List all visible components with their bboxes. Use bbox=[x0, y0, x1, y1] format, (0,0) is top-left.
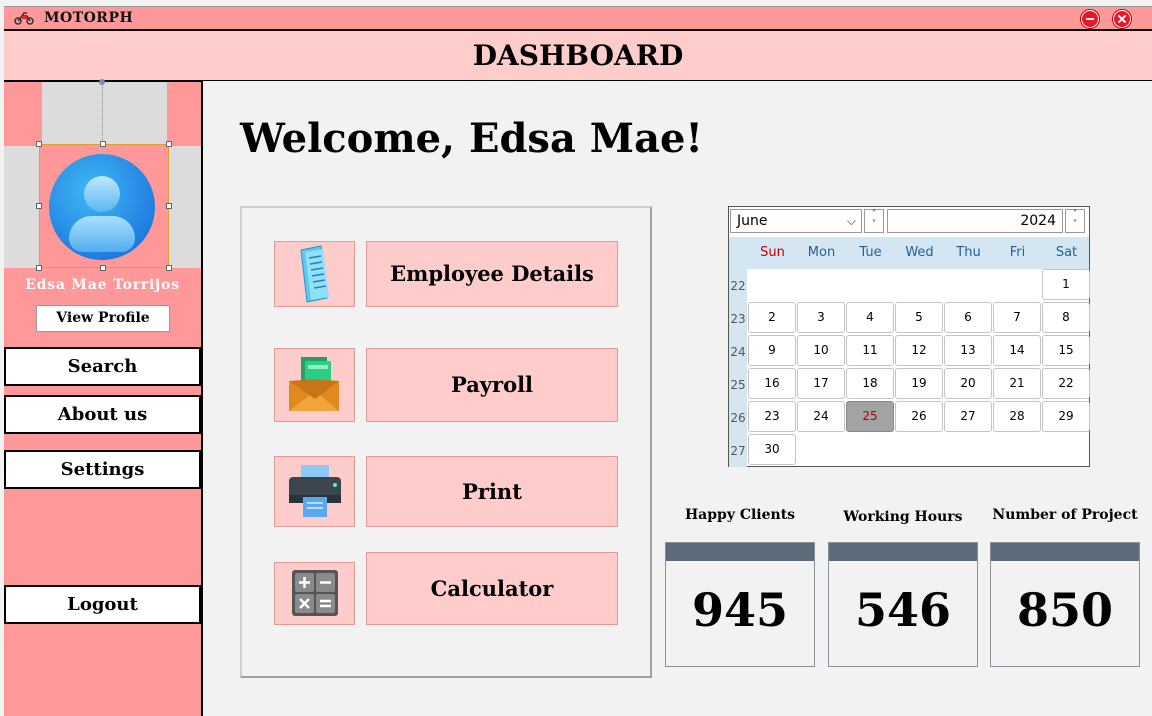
calendar-day[interactable]: 11 bbox=[846, 335, 894, 366]
calendar-day[interactable]: 13 bbox=[944, 335, 992, 366]
year-spinner[interactable]: ˄ ˅ bbox=[1065, 209, 1085, 233]
title-bar: MOTORPH bbox=[4, 6, 1152, 29]
number-of-project-card: 850 bbox=[990, 542, 1140, 667]
month-spinner[interactable]: ˄ ˅ bbox=[864, 209, 884, 233]
calculator-icon-button[interactable] bbox=[274, 562, 355, 625]
motorcycle-icon bbox=[14, 12, 34, 25]
working-hours-card: 546 bbox=[828, 542, 978, 667]
calendar-day[interactable]: 27 bbox=[944, 401, 992, 432]
month-value: June bbox=[737, 213, 768, 229]
weekday-thu: Thu bbox=[956, 245, 981, 260]
calendar-day[interactable]: 23 bbox=[748, 401, 796, 432]
calendar-day[interactable]: 14 bbox=[993, 335, 1041, 366]
view-profile-button[interactable]: View Profile bbox=[36, 305, 170, 332]
calendar-day[interactable]: 30 bbox=[748, 434, 796, 465]
chevron-down-icon: ⌵ bbox=[846, 214, 856, 228]
page-title: DASHBOARD bbox=[472, 39, 684, 72]
weekday-mon: Mon bbox=[807, 245, 836, 260]
avatar-area bbox=[4, 79, 201, 272]
search-button[interactable]: Search bbox=[4, 347, 201, 386]
calendar-day[interactable]: 22 bbox=[1042, 368, 1090, 399]
calendar-day[interactable]: 17 bbox=[797, 368, 845, 399]
year-input[interactable]: 2024 bbox=[887, 209, 1063, 233]
number-of-project-label: Number of Project bbox=[992, 507, 1138, 523]
user-name: Edsa Mae Torrijos bbox=[25, 277, 180, 293]
happy-clients-value: 945 bbox=[691, 583, 789, 637]
print-button[interactable]: Print bbox=[366, 456, 618, 527]
calendar-day[interactable]: 7 bbox=[993, 302, 1041, 333]
weekday-header: Sun Mon Tue Wed Thu Fri Sat bbox=[729, 237, 1089, 269]
printer-icon bbox=[289, 465, 341, 517]
print-icon-button[interactable] bbox=[274, 456, 355, 527]
calendar-day[interactable]: 15 bbox=[1042, 335, 1090, 366]
settings-button[interactable]: Settings bbox=[4, 450, 201, 489]
weekday-tue: Tue bbox=[859, 245, 882, 260]
logout-button[interactable]: Logout bbox=[4, 585, 201, 624]
calculator-button[interactable]: Calculator bbox=[366, 552, 618, 625]
calendar-day[interactable]: 19 bbox=[895, 368, 943, 399]
minimize-button[interactable] bbox=[1081, 10, 1099, 28]
sidebar: Edsa Mae Torrijos View Profile Search Ab… bbox=[4, 79, 203, 716]
welcome-heading: Welcome, Edsa Mae! bbox=[240, 115, 703, 162]
calendar-day[interactable]: 4 bbox=[846, 302, 894, 333]
header: DASHBOARD bbox=[4, 29, 1152, 81]
close-button[interactable] bbox=[1113, 10, 1131, 28]
calendar-day[interactable]: 26 bbox=[895, 401, 943, 432]
calendar-day[interactable]: 8 bbox=[1042, 302, 1090, 333]
working-hours-value: 546 bbox=[854, 583, 952, 637]
calendar-day[interactable]: 18 bbox=[846, 368, 894, 399]
avatar[interactable] bbox=[39, 144, 169, 268]
calendar-day[interactable]: 21 bbox=[993, 368, 1041, 399]
calendar-day[interactable]: 3 bbox=[797, 302, 845, 333]
calendar-day[interactable]: 16 bbox=[748, 368, 796, 399]
money-envelope-icon bbox=[289, 357, 339, 411]
calendar-day[interactable]: 24 bbox=[797, 401, 845, 432]
calculator-icon bbox=[292, 570, 338, 616]
menu-panel: Employee Details Payroll Print Calculato… bbox=[240, 206, 652, 678]
calendar-day[interactable]: 2 bbox=[748, 302, 796, 333]
calendar-day[interactable]: 20 bbox=[944, 368, 992, 399]
happy-clients-label: Happy Clients bbox=[684, 507, 796, 523]
about-us-button[interactable]: About us bbox=[4, 395, 201, 434]
document-icon bbox=[300, 245, 329, 303]
calendar-day[interactable]: 9 bbox=[748, 335, 796, 366]
week-number-column: 22 23 24 25 26 27 bbox=[729, 269, 747, 467]
calendar-day[interactable]: 28 bbox=[993, 401, 1041, 432]
weekday-wed: Wed bbox=[905, 245, 934, 260]
week-number: 26 bbox=[730, 411, 746, 425]
calendar-day[interactable]: 29 bbox=[1042, 401, 1090, 432]
weekday-fri: Fri bbox=[1009, 245, 1026, 260]
calendar-day[interactable]: 1 bbox=[1042, 269, 1090, 300]
calendar-day[interactable]: 12 bbox=[895, 335, 943, 366]
month-select[interactable]: June ⌵ bbox=[730, 209, 862, 233]
number-of-project-value: 850 bbox=[1016, 583, 1114, 637]
calendar-day[interactable]: 5 bbox=[895, 302, 943, 333]
weekday-sun: Sun bbox=[760, 245, 785, 260]
payroll-icon-button[interactable] bbox=[274, 348, 355, 422]
calendar-day[interactable]: 25 bbox=[846, 401, 894, 432]
week-number: 23 bbox=[730, 312, 746, 326]
employee-details-icon-button[interactable] bbox=[274, 241, 355, 307]
week-number: 27 bbox=[730, 444, 746, 458]
happy-clients-card: 945 bbox=[665, 542, 815, 667]
week-number: 24 bbox=[730, 345, 746, 359]
calendar-day[interactable]: 10 bbox=[797, 335, 845, 366]
calendar-day[interactable]: 6 bbox=[944, 302, 992, 333]
app-title: MOTORPH bbox=[44, 10, 134, 26]
week-number: 25 bbox=[730, 378, 746, 392]
payroll-button[interactable]: Payroll bbox=[366, 348, 618, 422]
working-hours-label: Working Hours bbox=[843, 509, 963, 525]
employee-details-button[interactable]: Employee Details bbox=[366, 241, 618, 307]
week-number: 22 bbox=[730, 279, 746, 293]
minimize-icon bbox=[1086, 18, 1094, 20]
calendar: June ⌵ ˄ ˅ 2024 ˄ ˅ Sun Mon Tue Wed Thu Fri Sat … bbox=[728, 206, 1090, 467]
user-avatar-icon bbox=[49, 154, 155, 260]
weekday-sat: Sat bbox=[1055, 245, 1078, 260]
